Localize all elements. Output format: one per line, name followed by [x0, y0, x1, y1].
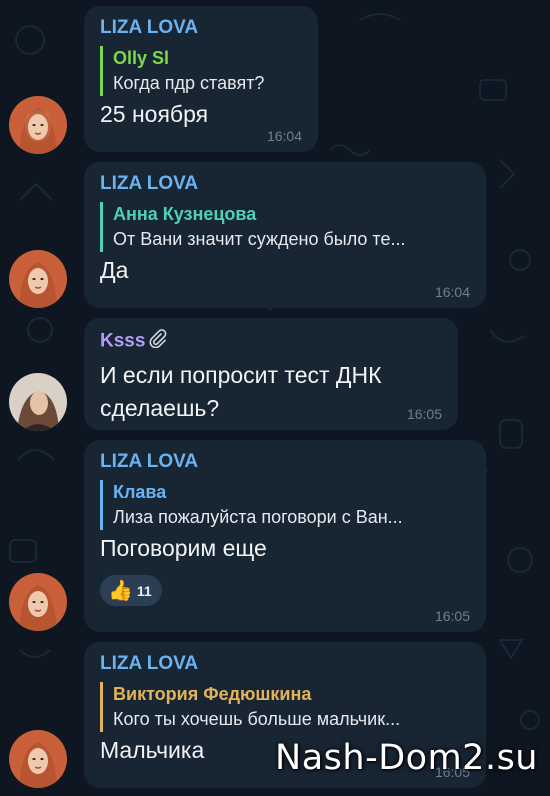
message-bubble[interactable]: LIZA LOVA Olly Sl Когда пдр ставят? 25 н…	[84, 6, 318, 152]
avatar-ksss-image	[9, 373, 67, 431]
message-bubble[interactable]: Ksss И если попросит тест ДНК сделаешь? …	[84, 318, 458, 430]
message-time: 16:05	[434, 608, 470, 624]
message-text-line-2: сделаешь?	[100, 395, 220, 421]
reply-text: Кого ты хочешь больше мальчик...	[113, 709, 401, 729]
avatar-liza-lova[interactable]	[9, 250, 67, 308]
reply-text: Лиза пожалуйста поговори с Ван...	[113, 507, 403, 527]
message-time: 16:04	[434, 284, 470, 300]
reply-quote[interactable]: Виктория Федюшкина Кого ты хочешь больше…	[100, 682, 472, 732]
reply-text: От Вани значит суждено было те...	[113, 229, 406, 249]
message-time: 16:05	[406, 406, 442, 422]
reply-text: Когда пдр ставят?	[113, 73, 265, 93]
reply-quote[interactable]: Анна Кузнецова От Вани значит суждено бы…	[100, 202, 472, 252]
avatar-liza-lova[interactable]	[9, 573, 67, 631]
avatar-ksss[interactable]	[9, 373, 67, 431]
reply-quote[interactable]: Клава Лиза пожалуйста поговори с Ван...	[100, 480, 472, 530]
avatar-liza-lova[interactable]	[9, 730, 67, 788]
sender-name[interactable]: LIZA LOVA	[100, 450, 472, 474]
reply-quote[interactable]: Olly Sl Когда пдр ставят?	[100, 46, 304, 96]
message-time: 16:04	[266, 128, 302, 144]
watermark: Nash-Dom2.su	[275, 738, 538, 778]
avatar-liza-image	[9, 96, 67, 154]
avatar-liza-image	[9, 573, 67, 631]
reply-author: Клава	[113, 482, 167, 502]
reply-author: Виктория Федюшкина	[113, 684, 312, 704]
message-text-line-1: И если попросит тест ДНК	[100, 362, 382, 388]
avatar-liza-lova[interactable]	[9, 96, 67, 154]
sender-name[interactable]: LIZA LOVA	[100, 172, 472, 196]
avatar-liza-image	[9, 250, 67, 308]
paperclip-icon	[147, 328, 167, 355]
avatar-liza-image	[9, 730, 67, 788]
message-bubble[interactable]: LIZA LOVA Анна Кузнецова От Вани значит …	[84, 162, 486, 308]
sender-name-text: Ksss	[100, 330, 146, 352]
reaction-count: 11	[136, 582, 152, 599]
message-text: Поговорим еще	[100, 535, 267, 561]
reply-author: Анна Кузнецова	[113, 204, 257, 224]
message-text: Да	[100, 257, 129, 283]
reaction-thumbs-up[interactable]: 👍 11	[100, 575, 162, 606]
thumbs-up-icon: 👍	[108, 580, 133, 602]
sender-name[interactable]: LIZA LOVA	[100, 16, 304, 40]
message-text: 25 ноября	[100, 101, 209, 127]
reply-author: Olly Sl	[113, 48, 170, 68]
sender-name[interactable]: Ksss	[100, 328, 444, 355]
message-bubble[interactable]: LIZA LOVA Клава Лиза пожалуйста поговори…	[84, 440, 486, 632]
sender-name[interactable]: LIZA LOVA	[100, 652, 472, 676]
